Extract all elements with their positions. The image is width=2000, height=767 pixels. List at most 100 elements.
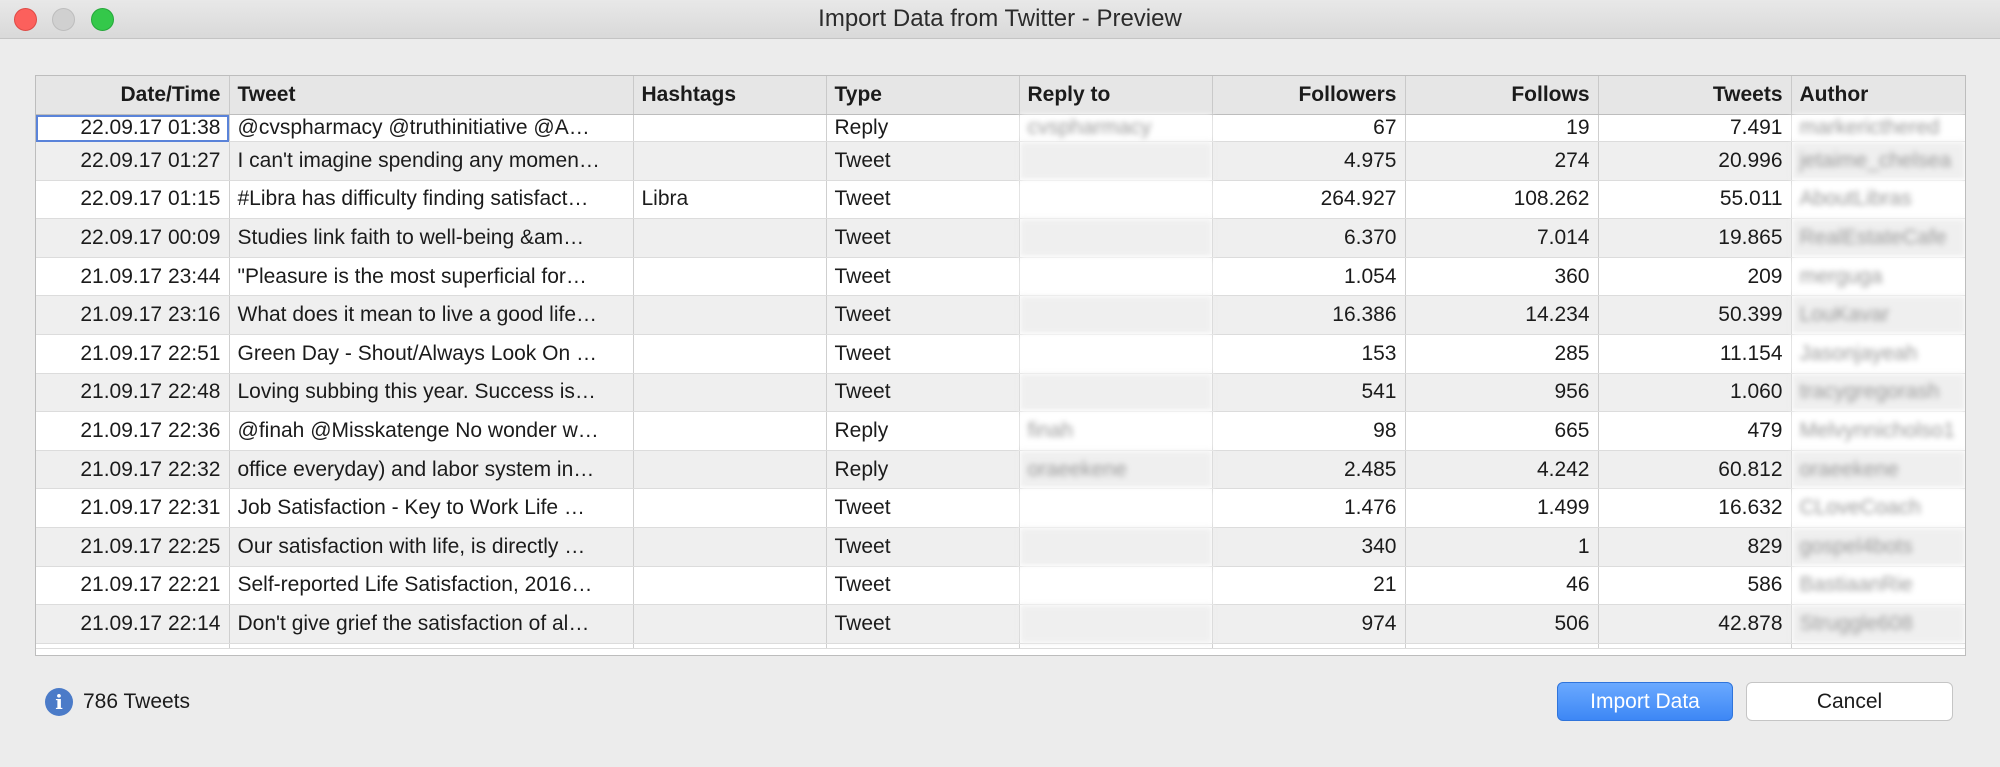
- table-row[interactable]: 22.09.17 01:38 @cvspharmacy @truthinitiat…: [36, 114, 1965, 142]
- cell-tweet: @finah @Misskatenge No wonder w…: [229, 411, 634, 451]
- import-preview-window: Import Data from Twitter - Preview Date/…: [0, 0, 2000, 767]
- cell-datetime: 21.09.17 22:14: [36, 604, 230, 644]
- cell-follows: 14.234: [1405, 295, 1599, 335]
- cell-tweets: 829: [1598, 527, 1792, 567]
- cell-tweet: #Libra has difficulty finding satisfact…: [229, 180, 634, 220]
- cell-followers: 974: [1212, 604, 1406, 644]
- cell-hashtags: [633, 411, 827, 451]
- info-icon: i: [45, 688, 73, 716]
- column-header-hashtags[interactable]: Hashtags: [633, 76, 827, 115]
- cell-followers: 98: [1212, 411, 1406, 451]
- preview-table[interactable]: Date/Time Tweet Hashtags Type Reply to F…: [35, 75, 1966, 656]
- cell-author: RealEstateCafe: [1791, 218, 1965, 258]
- table-row[interactable]: 21.09.17 22:14 Don't give grief the satis…: [36, 604, 1965, 644]
- cell-tweet: Loving subbing this year. Success is…: [229, 373, 634, 413]
- column-header-datetime[interactable]: Date/Time: [36, 76, 230, 115]
- table-row-partial: [36, 643, 1965, 649]
- title-bar: Import Data from Twitter - Preview: [0, 0, 2000, 39]
- cell-hashtags: [633, 114, 827, 142]
- cell-author: markericthered: [1791, 114, 1965, 142]
- column-header-reply-to[interactable]: Reply to: [1019, 76, 1213, 115]
- cell-hashtags: [633, 141, 827, 181]
- cell-reply-to: [1019, 218, 1213, 258]
- cell-type: Reply: [826, 411, 1020, 451]
- cell-reply-to: [1019, 527, 1213, 567]
- cell-tweet: I can't imagine spending any momen…: [229, 141, 634, 181]
- table-row[interactable]: 22.09.17 00:09 Studies link faith to well…: [36, 218, 1965, 258]
- cell-followers: 4.975: [1212, 141, 1406, 181]
- column-header-tweets[interactable]: Tweets: [1598, 76, 1792, 115]
- table-row[interactable]: 21.09.17 22:31 Job Satisfaction - Key to …: [36, 488, 1965, 528]
- cell-hashtags: [633, 218, 827, 258]
- cell-datetime: 22.09.17 01:38: [36, 114, 230, 142]
- cell-tweets: 209: [1598, 257, 1792, 297]
- cell-reply-to: [1019, 180, 1213, 220]
- column-header-tweet[interactable]: Tweet: [229, 76, 634, 115]
- cell-followers: 67: [1212, 114, 1406, 142]
- table-row[interactable]: 21.09.17 22:48 Loving subbing this year. …: [36, 373, 1965, 413]
- cancel-button[interactable]: Cancel: [1746, 682, 1953, 721]
- cell-follows: 1: [1405, 527, 1599, 567]
- cell-follows: 506: [1405, 604, 1599, 644]
- column-header-follows[interactable]: Follows: [1405, 76, 1599, 115]
- cell-tweets: 50.399: [1598, 295, 1792, 335]
- cell-tweet: @cvspharmacy @truthinitiative @A…: [229, 114, 634, 142]
- cell-reply-to: [1019, 604, 1213, 644]
- cell-tweet: "Pleasure is the most superficial for…: [229, 257, 634, 297]
- cell-hashtags: [633, 604, 827, 644]
- column-header-author[interactable]: Author: [1791, 76, 1965, 115]
- cell-hashtags: [633, 488, 827, 528]
- cell-hashtags: Libra: [633, 180, 827, 220]
- cell-author: merguga: [1791, 257, 1965, 297]
- cell-followers: 541: [1212, 373, 1406, 413]
- cell-follows: 665: [1405, 411, 1599, 451]
- cell-author: CLoveCoach: [1791, 488, 1965, 528]
- cell-followers: 340: [1212, 527, 1406, 567]
- table-row[interactable]: 21.09.17 22:32 office everyday) and labor…: [36, 450, 1965, 490]
- cell-type: Tweet: [826, 141, 1020, 181]
- cell-followers: 1.054: [1212, 257, 1406, 297]
- cell-follows: 285: [1405, 334, 1599, 374]
- cell-author: Jasonjayeah: [1791, 334, 1965, 374]
- cell-tweets: 11.154: [1598, 334, 1792, 374]
- cell-datetime: 21.09.17 22:36: [36, 411, 230, 451]
- cell-tweets: 55.011: [1598, 180, 1792, 220]
- cell-datetime: 21.09.17 23:16: [36, 295, 230, 335]
- cell-tweets: 479: [1598, 411, 1792, 451]
- table-row[interactable]: 22.09.17 01:15 #Libra has difficulty find…: [36, 180, 1965, 220]
- cell-empty: [1791, 643, 1965, 649]
- cell-reply-to: [1019, 257, 1213, 297]
- cell-type: Tweet: [826, 334, 1020, 374]
- cell-type: Tweet: [826, 257, 1020, 297]
- cell-tweet: What does it mean to live a good life…: [229, 295, 634, 335]
- cell-reply-to: [1019, 295, 1213, 335]
- cell-type: Tweet: [826, 566, 1020, 606]
- cell-hashtags: [633, 373, 827, 413]
- cell-follows: 4.242: [1405, 450, 1599, 490]
- table-row[interactable]: 22.09.17 01:27 I can't imagine spending a…: [36, 141, 1965, 181]
- cell-follows: 46: [1405, 566, 1599, 606]
- table-row[interactable]: 21.09.17 22:36 @finah @Misskatenge No won…: [36, 411, 1965, 451]
- table-row[interactable]: 21.09.17 22:51 Green Day - Shout/Always L…: [36, 334, 1965, 374]
- column-header-followers[interactable]: Followers: [1212, 76, 1406, 115]
- cell-type: Tweet: [826, 604, 1020, 644]
- table-row[interactable]: 21.09.17 22:25 Our satisfaction with life…: [36, 527, 1965, 567]
- cell-type: Tweet: [826, 218, 1020, 258]
- cell-tweet: office everyday) and labor system in…: [229, 450, 634, 490]
- cell-tweets: 42.878: [1598, 604, 1792, 644]
- cell-reply-to: [1019, 488, 1213, 528]
- cell-follows: 360: [1405, 257, 1599, 297]
- table-row[interactable]: 21.09.17 23:44 "Pleasure is the most supe…: [36, 257, 1965, 297]
- cell-tweets: 16.632: [1598, 488, 1792, 528]
- table-row[interactable]: 21.09.17 22:21 Self-reported Life Satisfa…: [36, 566, 1965, 606]
- cell-followers: 21: [1212, 566, 1406, 606]
- cell-author: BastiaanRie: [1791, 566, 1965, 606]
- cell-reply-to: [1019, 566, 1213, 606]
- cell-hashtags: [633, 334, 827, 374]
- column-header-type[interactable]: Type: [826, 76, 1020, 115]
- cell-type: Reply: [826, 114, 1020, 142]
- cell-tweets: 1.060: [1598, 373, 1792, 413]
- cell-followers: 1.476: [1212, 488, 1406, 528]
- import-data-button[interactable]: Import Data: [1557, 682, 1733, 721]
- table-row[interactable]: 21.09.17 23:16 What does it mean to live …: [36, 295, 1965, 335]
